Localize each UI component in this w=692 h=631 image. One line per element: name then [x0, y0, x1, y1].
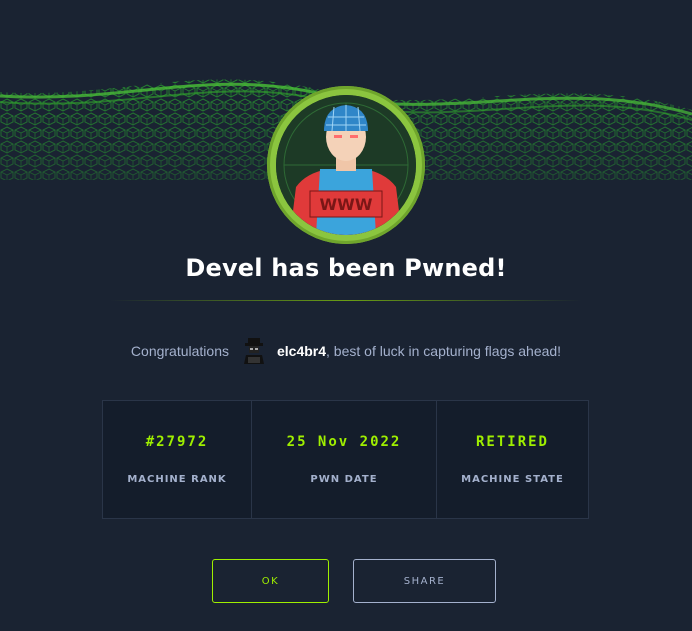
hacker-avatar-icon — [243, 338, 264, 364]
machine-avatar-image: WWW — [276, 95, 416, 235]
ok-button[interactable]: OK — [212, 559, 329, 603]
congratulations-message: Congratulations elc4br4 , best of luck i… — [0, 336, 692, 366]
congrats-suffix: , best of luck in capturing flags ahead! — [326, 343, 562, 359]
stat-machine-rank: #27972 MACHINE RANK — [103, 401, 252, 518]
stat-machine-state: RETIRED MACHINE STATE — [437, 401, 588, 518]
page-title: Devel has been Pwned! — [185, 254, 507, 282]
pwn-date-value: 25 Nov 2022 — [286, 434, 402, 450]
machine-avatar: WWW — [267, 86, 425, 244]
username: elc4br4 — [276, 343, 327, 359]
user-avatar — [239, 336, 269, 366]
machine-state-value: RETIRED — [475, 434, 549, 450]
title-divider — [110, 300, 582, 301]
congrats-prefix: Congratulations — [130, 343, 229, 359]
machine-state-label: MACHINE STATE — [461, 474, 564, 485]
stats-panel: #27972 MACHINE RANK 25 Nov 2022 PWN DATE… — [102, 400, 589, 519]
share-button[interactable]: SHARE — [353, 559, 496, 603]
svg-text:WWW: WWW — [320, 195, 373, 214]
stat-pwn-date: 25 Nov 2022 PWN DATE — [252, 401, 437, 518]
pwn-date-label: PWN DATE — [310, 474, 378, 485]
machine-rank-label: MACHINE RANK — [127, 474, 227, 485]
machine-rank-value: #27972 — [145, 434, 209, 450]
